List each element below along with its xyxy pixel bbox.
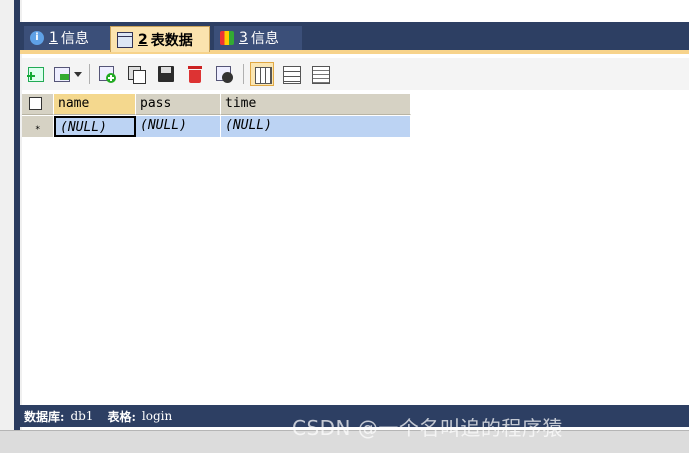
- database-value: db1: [70, 409, 94, 423]
- text-view-icon[interactable]: [310, 64, 330, 84]
- add-record-icon[interactable]: [97, 64, 117, 84]
- select-all-cell[interactable]: [22, 94, 54, 115]
- tab-strip: i 1 信息 2 表数据 3 信息: [20, 22, 689, 54]
- tab-table-data[interactable]: 2 表数据: [110, 26, 210, 52]
- table-value: login: [141, 409, 173, 423]
- chevron-down-icon[interactable]: [72, 64, 84, 84]
- left-frame-bar: [14, 0, 20, 430]
- tab-label: 信息: [60, 31, 89, 47]
- export-icon[interactable]: [52, 64, 72, 84]
- column-header-pass[interactable]: pass: [136, 94, 221, 115]
- delete-icon[interactable]: [185, 64, 205, 84]
- watermark: CSDN @一个名叫追的程序猿: [292, 416, 563, 440]
- row-marker: *: [22, 116, 54, 137]
- top-area: [22, 0, 689, 22]
- table-label: 表格:: [107, 409, 136, 424]
- duplicate-icon[interactable]: [126, 64, 146, 84]
- column-header-name[interactable]: name: [54, 94, 136, 115]
- cell-name[interactable]: (NULL): [54, 116, 136, 137]
- messages-icon: [220, 31, 234, 45]
- grid-view-icon[interactable]: [250, 62, 274, 86]
- grid-toolbar: [22, 58, 689, 90]
- info-icon: i: [30, 31, 44, 45]
- tab-info-3[interactable]: 3 信息: [214, 26, 302, 50]
- grid-header: name pass time: [22, 94, 411, 115]
- table-row[interactable]: * (NULL) (NULL) (NULL): [22, 116, 411, 137]
- database-label: 数据库:: [24, 409, 65, 424]
- tab-number: 2: [138, 31, 148, 48]
- form-view-icon[interactable]: [281, 64, 301, 84]
- save-icon[interactable]: [156, 64, 176, 84]
- tab-label: 信息: [250, 31, 279, 47]
- column-header-time[interactable]: time: [221, 94, 411, 115]
- tab-number: 1: [49, 30, 58, 46]
- left-frame: [0, 0, 22, 430]
- cell-pass[interactable]: (NULL): [136, 116, 221, 137]
- tab-info-1[interactable]: i 1 信息: [24, 26, 112, 50]
- select-all-checkbox[interactable]: [29, 97, 42, 110]
- tab-label: 表数据: [150, 32, 193, 49]
- insert-row-icon[interactable]: [26, 64, 46, 84]
- tab-number: 3: [239, 30, 248, 46]
- table-icon: [117, 31, 133, 48]
- cell-time[interactable]: (NULL): [221, 116, 411, 137]
- cancel-icon[interactable]: [214, 64, 234, 84]
